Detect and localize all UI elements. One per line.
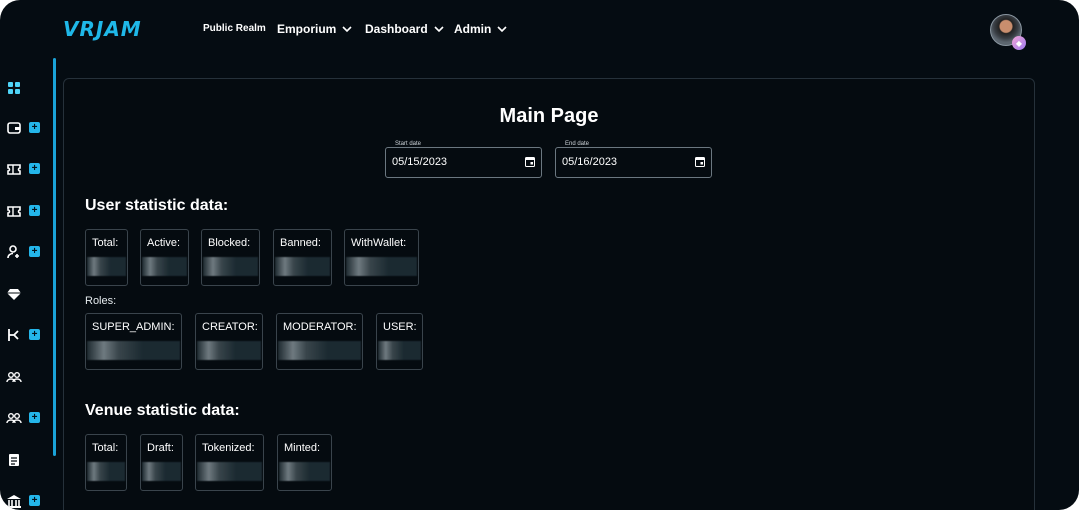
nav-public-realm[interactable]: Public Realm <box>203 23 266 34</box>
sidebar-item-wallet[interactable]: + <box>6 117 46 139</box>
sidebar-item-tickets-2[interactable]: + <box>6 200 46 222</box>
stat-card-tokenized-venues: Tokenized: <box>195 434 264 491</box>
stat-value-redacted <box>142 462 181 481</box>
sidebar-item-tickets[interactable]: + <box>6 158 46 180</box>
ticket-icon <box>7 206 21 217</box>
roles-label: Roles: <box>85 295 117 307</box>
app-window: VRJAM Public Realm Emporium Dashboard Ad… <box>0 0 1079 510</box>
document-icon <box>9 454 19 466</box>
chevron-down-icon <box>434 26 444 33</box>
sidebar: + + + + + + + <box>0 58 56 510</box>
logo[interactable]: VRJAM <box>63 17 142 41</box>
nav-label: Dashboard <box>365 22 428 36</box>
stat-card-banned-users: Banned: <box>273 229 332 286</box>
sidebar-item-users[interactable]: + <box>6 241 46 263</box>
stat-value-redacted <box>278 341 361 360</box>
stat-label: Tokenized: <box>202 442 255 454</box>
plus-icon[interactable]: + <box>29 329 40 340</box>
stat-label: CREATOR: <box>202 321 258 333</box>
stat-label: Banned: <box>280 237 321 249</box>
stat-value-redacted <box>279 462 330 481</box>
nav-admin[interactable]: Admin <box>454 22 509 36</box>
stat-label: Total: <box>92 442 119 454</box>
nav-label: Public Realm <box>203 23 266 34</box>
end-date-field[interactable]: End date 05/16/2023 <box>555 141 712 178</box>
stat-card-moderator: MODERATOR: <box>276 313 363 370</box>
plus-icon[interactable]: + <box>29 205 40 216</box>
stat-label: MODERATOR: <box>283 321 357 333</box>
plus-icon[interactable]: + <box>29 246 40 257</box>
stat-card-creator: CREATOR: <box>195 313 263 370</box>
stat-value-redacted <box>378 341 421 360</box>
stat-label: SUPER_ADMIN: <box>92 321 175 333</box>
stat-card-with-wallet: WithWallet: <box>344 229 419 286</box>
user-statistics-title: User statistic data: <box>85 197 229 214</box>
stat-label: Draft: <box>147 442 174 454</box>
start-date-label: Start date <box>392 141 425 147</box>
stat-value-redacted <box>87 257 126 276</box>
stat-card-super-admin: SUPER_ADMIN: <box>85 313 182 370</box>
end-date-value[interactable]: 05/16/2023 <box>562 156 617 168</box>
ticket-icon <box>7 164 21 175</box>
bank-icon <box>7 495 21 508</box>
sidebar-item-bank[interactable]: + <box>6 490 46 510</box>
sidebar-item-routes[interactable]: + <box>6 324 46 346</box>
stat-card-active-users: Active: <box>140 229 189 286</box>
top-navbar: VRJAM Public Realm Emporium Dashboard Ad… <box>0 0 1079 58</box>
grid-icon <box>8 82 20 94</box>
stat-card-total-users: Total: <box>85 229 128 286</box>
plus-icon[interactable]: + <box>29 122 40 133</box>
start-date-value[interactable]: 05/15/2023 <box>392 156 447 168</box>
stat-label: WithWallet: <box>351 237 407 249</box>
stat-value-redacted <box>87 462 125 481</box>
sidebar-item-dashboard[interactable] <box>6 77 46 99</box>
stat-value-redacted <box>87 341 180 360</box>
group-icon <box>6 413 22 424</box>
stat-label: Active: <box>147 237 181 249</box>
stat-card-blocked-users: Blocked: <box>201 229 260 286</box>
start-date-field[interactable]: Start date 05/15/2023 <box>385 141 542 178</box>
sidebar-item-documents[interactable] <box>6 449 46 471</box>
sidebar-item-gems[interactable] <box>6 283 46 305</box>
end-date-label: End date <box>562 141 593 147</box>
calendar-icon[interactable] <box>695 156 705 167</box>
nav-emporium[interactable]: Emporium <box>277 22 354 36</box>
sidebar-item-groups-2[interactable]: + <box>6 407 46 429</box>
sidebar-scrollbar[interactable] <box>53 58 56 456</box>
page-title: Main Page <box>499 105 599 127</box>
main-panel: Main Page Start date 05/15/2023 End date… <box>63 78 1035 510</box>
gem-icon <box>7 289 21 300</box>
plus-icon[interactable]: + <box>29 412 40 423</box>
stat-card-draft-venues: Draft: <box>140 434 183 491</box>
venue-statistics-title: Venue statistic data: <box>85 402 240 419</box>
stat-value-redacted <box>275 257 330 276</box>
route-icon <box>8 329 19 341</box>
stat-value-redacted <box>142 257 187 276</box>
group-icon <box>6 372 22 383</box>
plus-icon[interactable]: + <box>29 495 40 506</box>
stat-card-minted-venues: Minted: <box>277 434 332 491</box>
stat-value-redacted <box>346 257 417 276</box>
gem-icon: ◆ <box>1012 36 1026 50</box>
plus-icon[interactable]: + <box>29 163 40 174</box>
stat-value-redacted <box>197 462 262 481</box>
chevron-down-icon <box>497 26 507 33</box>
stat-label: Minted: <box>284 442 321 454</box>
nav-label: Emporium <box>277 22 337 36</box>
stat-label: Total: <box>92 237 119 249</box>
stat-value-redacted <box>203 257 258 276</box>
stat-label: USER: <box>383 321 417 333</box>
stat-card-total-venues: Total: <box>85 434 127 491</box>
stat-value-redacted <box>197 341 261 360</box>
nav-label: Admin <box>454 22 492 36</box>
chevron-down-icon <box>342 26 352 33</box>
sidebar-item-groups[interactable] <box>6 366 46 388</box>
stat-card-user: USER: <box>376 313 423 370</box>
stat-label: Blocked: <box>208 237 251 249</box>
calendar-icon[interactable] <box>525 156 535 167</box>
wallet-icon <box>7 122 21 134</box>
nav-dashboard[interactable]: Dashboard <box>365 22 446 36</box>
add-user-icon <box>7 245 19 259</box>
